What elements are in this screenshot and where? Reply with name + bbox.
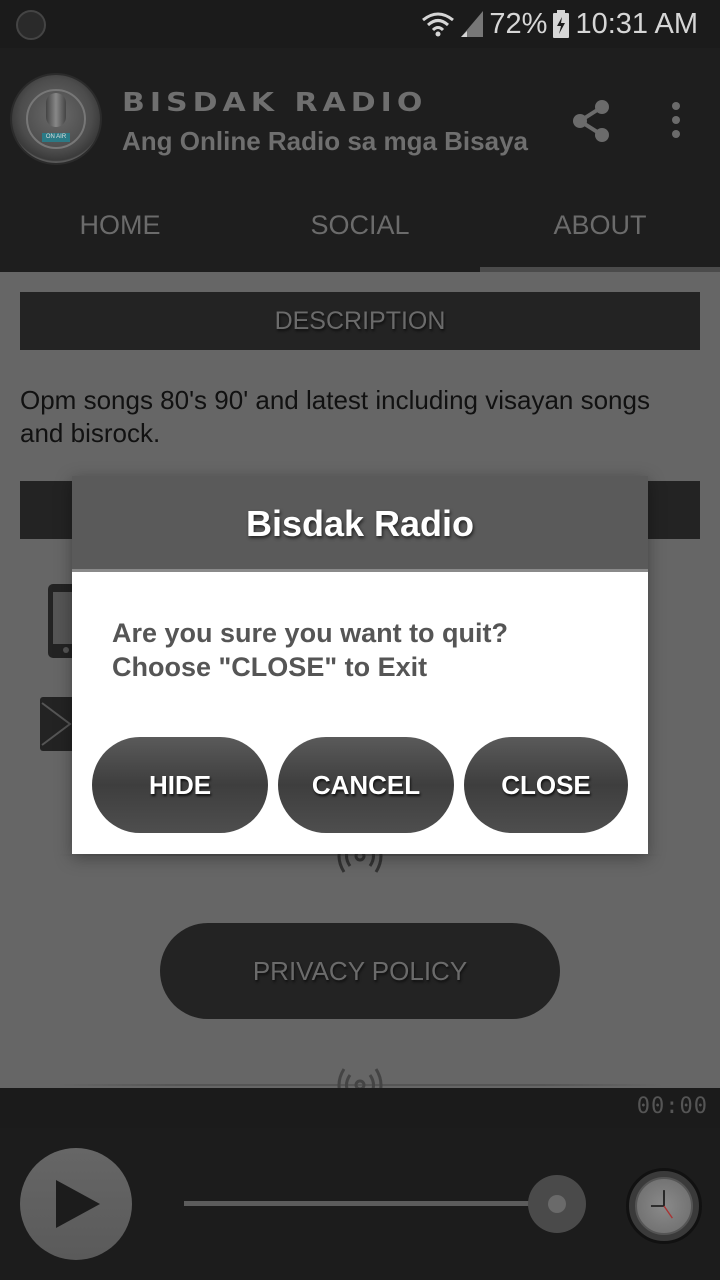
on-air-badge: ON AIR <box>42 133 70 142</box>
microphone-icon <box>46 93 66 127</box>
tab-bar: HOME SOCIAL ABOUT <box>0 184 720 272</box>
app-notification-icon <box>16 10 46 40</box>
dialog-message: Are you sure you want to quit? Choose "C… <box>112 616 612 684</box>
dialog-title: Bisdak Radio <box>72 476 648 572</box>
app-title: BISDAK RADIO <box>122 88 428 118</box>
status-bar: 72% 10:31 AM <box>0 0 720 48</box>
hide-button[interactable]: HIDE <box>92 737 268 833</box>
tab-social[interactable]: SOCIAL <box>240 184 480 272</box>
clock-time: 10:31 AM <box>575 7 698 40</box>
dialog-message-line2: Choose "CLOSE" to Exit <box>112 652 428 682</box>
close-button[interactable]: CLOSE <box>464 737 628 833</box>
radio-wave-icon <box>337 1068 383 1088</box>
volume-slider-track[interactable] <box>184 1201 540 1206</box>
volume-slider-thumb[interactable] <box>528 1175 586 1233</box>
app-logo: ON AIR <box>10 73 102 165</box>
timer-bar: 00:00 <box>0 1088 720 1128</box>
dialog-message-line1: Are you sure you want to quit? <box>112 618 509 648</box>
wifi-icon <box>422 12 455 37</box>
status-right: 72% 10:31 AM <box>421 6 698 42</box>
share-icon[interactable] <box>570 96 614 146</box>
more-vert-icon[interactable] <box>664 100 688 140</box>
description-header: DESCRIPTION <box>20 292 700 350</box>
screen: 72% 10:31 AM ON AIR BISDAK RADIO Ang Onl… <box>0 0 720 1280</box>
tab-home[interactable]: HOME <box>0 184 240 272</box>
app-bar: ON AIR BISDAK RADIO Ang Online Radio sa … <box>0 48 720 184</box>
description-text: Opm songs 80's 90' and latest including … <box>20 385 650 448</box>
elapsed-timer: 00:00 <box>636 1094 708 1119</box>
signal-icon <box>461 11 484 37</box>
quit-dialog: Bisdak Radio Are you sure you want to qu… <box>72 476 648 854</box>
play-button[interactable] <box>20 1148 132 1260</box>
player-bar <box>0 1128 720 1280</box>
cancel-button[interactable]: CANCEL <box>278 737 454 833</box>
battery-percent: 72% <box>489 7 548 40</box>
dialog-buttons: HIDE CANCEL CLOSE <box>92 737 628 833</box>
tab-about[interactable]: ABOUT <box>480 184 720 272</box>
play-icon <box>56 1180 100 1228</box>
privacy-policy-button[interactable]: PRIVACY POLICY <box>160 923 560 1019</box>
battery-charging-icon <box>553 10 570 38</box>
app-subtitle: Ang Online Radio sa mga Bisaya <box>122 126 528 156</box>
slider-thumb-dot <box>548 1195 566 1213</box>
clock-icon <box>635 1177 693 1235</box>
sleep-timer-button[interactable] <box>626 1168 702 1244</box>
